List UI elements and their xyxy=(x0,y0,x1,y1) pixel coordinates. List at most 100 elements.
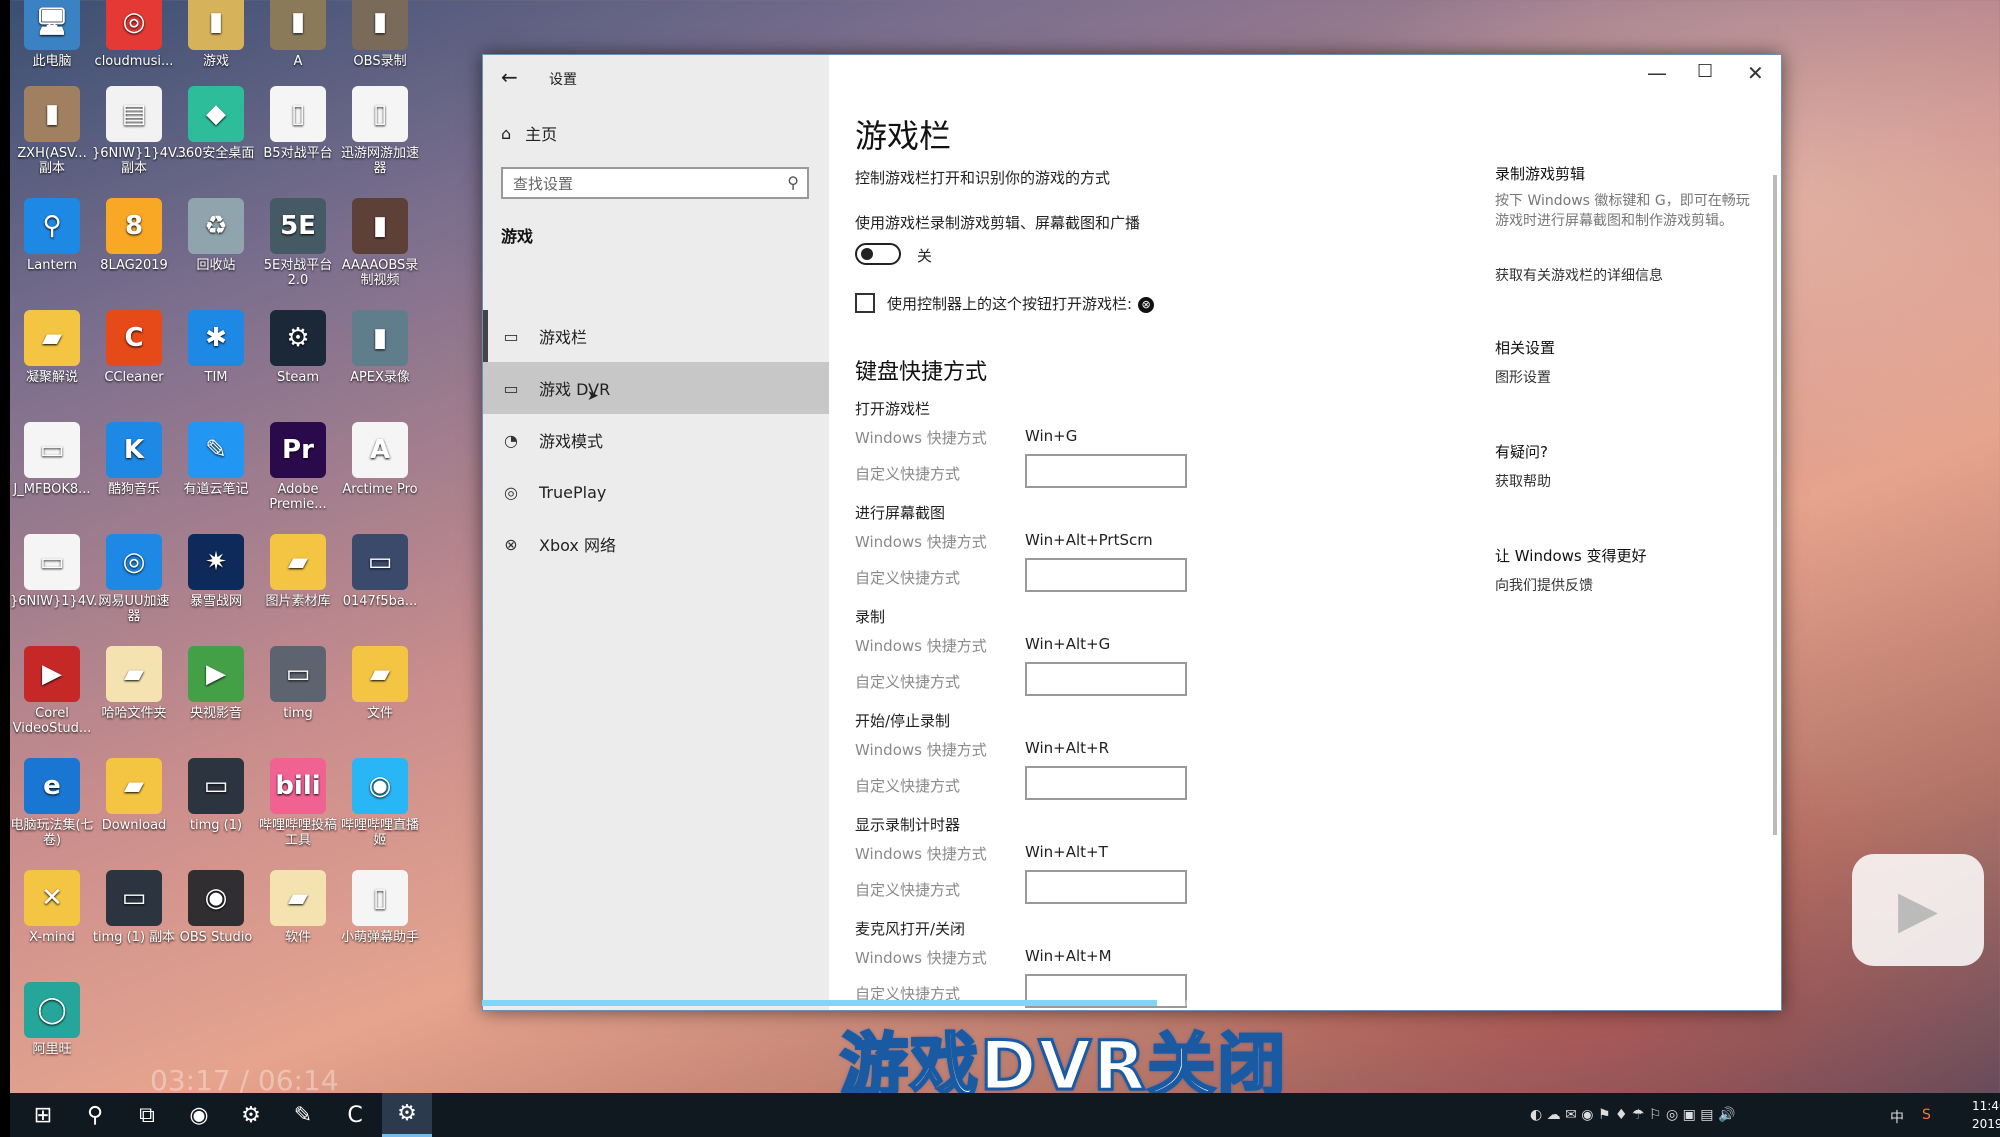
controller-option-text: 使用控制器上的这个按钮打开游戏栏: xyxy=(887,295,1133,313)
custom-shortcut-input[interactable] xyxy=(1025,766,1187,800)
desktop-icon[interactable]: ⚙ Steam xyxy=(256,310,340,385)
desktop-icon[interactable]: ◉ OBS Studio xyxy=(174,870,258,945)
get-help-link[interactable]: 获取帮助 xyxy=(1495,471,1551,491)
custom-shortcut-input[interactable] xyxy=(1025,558,1187,592)
desktop-icon[interactable]: ▮ AAAAOBS录制视频 xyxy=(338,198,422,288)
desktop-icon[interactable]: ▭ timg xyxy=(256,646,340,721)
desktop-icon[interactable]: ▭ timg (1) xyxy=(174,758,258,833)
desktop-icon[interactable]: ◎ cloudmusi... xyxy=(92,0,176,69)
desktop-icon[interactable]: ⚲ Lantern xyxy=(10,198,94,273)
taskbar-notes-icon[interactable]: ✎ xyxy=(278,1093,328,1137)
taskbar-start-icon[interactable]: ⊞ xyxy=(18,1093,68,1137)
nav-item-trueplay[interactable]: ◎ TruePlay xyxy=(483,466,829,518)
desktop-icon[interactable]: ◎ 网易UU加速器 xyxy=(92,534,176,624)
taskbar-search-icon[interactable]: ⚲ xyxy=(70,1093,120,1137)
desktop-icon[interactable]: ▶ Corel VideoStud... xyxy=(10,646,94,736)
desktop-icon[interactable]: bili 哔哩哔哩投稿工具 xyxy=(256,758,340,848)
app-icon: ✕ xyxy=(24,870,80,926)
desktop-icon[interactable]: ♻ 回收站 xyxy=(174,198,258,273)
desktop-icon[interactable]: ▭ 0147f5ba... xyxy=(338,534,422,609)
desktop-icon[interactable]: ▭ timg (1) 副本 xyxy=(92,870,176,945)
tray-icons[interactable]: ◐ ☁ ✉ ◉ ⚑ ♦ ☂ ⚐ ◎ ▣ ▤ 🔊 xyxy=(1530,1107,1735,1123)
search-input[interactable]: 查找设置 ⚲ xyxy=(501,167,809,199)
desktop-icon[interactable]: ▶ 央视影音 xyxy=(174,646,258,721)
desktop-icon[interactable]: ▰ 软件 xyxy=(256,870,340,945)
desktop-icon[interactable]: ▭}6NIW}1}4V... xyxy=(10,534,106,609)
desktop-icon-label: 软件 xyxy=(284,930,311,945)
desktop-icon[interactable]: 8 8LAG2019 xyxy=(92,198,176,273)
sogou-icon[interactable]: S xyxy=(1922,1107,1931,1123)
game-dvr-icon: ▭ xyxy=(503,378,519,398)
record-toggle[interactable] xyxy=(855,243,901,265)
desktop-icon[interactable]: ▮ ZXH(ASV... 副本 xyxy=(10,86,94,176)
desktop-icon[interactable]: e 电脑玩法集(七卷) xyxy=(10,758,94,848)
video-progress-fill xyxy=(482,1000,1157,1006)
clock[interactable]: 11:40 2019/0 xyxy=(1972,1097,2000,1133)
desktop-icon-label: 有道云笔记 xyxy=(183,482,249,497)
desktop-icon[interactable]: ✎ 有道云笔记 xyxy=(174,422,258,497)
desktop-icon[interactable]: ▰ 哈哈文件夹 xyxy=(92,646,176,721)
scrollbar[interactable] xyxy=(1773,175,1777,835)
home-link[interactable]: ⌂ 主页 xyxy=(501,121,557,145)
desktop-icon[interactable]: K 酷狗音乐 xyxy=(92,422,176,497)
desktop-icon-label: OBS录制 xyxy=(353,54,407,69)
app-icon: ◉ xyxy=(352,758,408,814)
custom-shortcut-input[interactable] xyxy=(1025,662,1187,696)
desktop-icon[interactable]: ▮ A xyxy=(256,0,340,69)
desktop-icon[interactable]: ▭ J_MFBOK8... xyxy=(10,422,94,497)
nav-label: 游戏 DVR xyxy=(539,380,611,399)
app-icon: ▶ xyxy=(24,646,80,702)
desktop-icon[interactable]: ◉ 哔哩哔哩直播姬 xyxy=(338,758,422,848)
desktop-icon[interactable]: C CCleaner xyxy=(92,310,176,385)
toggle-knob xyxy=(861,248,873,260)
app-icon: ▯ xyxy=(352,86,408,142)
desktop-icon[interactable]: A Arctime Pro xyxy=(338,422,422,497)
desktop-icon[interactable]: 🖥 此电脑 xyxy=(10,0,94,69)
desktop-icon[interactable]: ▰ 图片素材库 xyxy=(256,534,340,609)
nav-item-game-dvr[interactable]: ▭ 游戏 DVR ➤ xyxy=(483,362,829,414)
custom-shortcut-input[interactable] xyxy=(1025,870,1187,904)
taskbar-ccleaner-icon[interactable]: C xyxy=(330,1093,380,1137)
taskbar-chrome-icon[interactable]: ◉ xyxy=(174,1093,224,1137)
feedback-link[interactable]: 向我们提供反馈 xyxy=(1495,575,1593,595)
desktop-icon[interactable]: Pr Adobe Premie... xyxy=(256,422,340,512)
nav-item-game-bar[interactable]: ▭ 游戏栏 xyxy=(483,310,829,362)
video-progress-bar[interactable] xyxy=(482,1000,1780,1006)
controller-checkbox[interactable] xyxy=(855,293,875,313)
desktop-icon[interactable]: ▰ 凝聚解说 xyxy=(10,310,94,385)
graphics-settings-link[interactable]: 图形设置 xyxy=(1495,367,1551,387)
game-bar-info-link[interactable]: 获取有关游戏栏的详细信息 xyxy=(1495,265,1663,285)
desktop-icon[interactable]: ▯ 小萌弹幕助手 xyxy=(338,870,422,945)
desktop-icon[interactable]: ◆ 360安全桌面 xyxy=(174,86,258,161)
desktop-icon[interactable]: ▮ APEX录像 xyxy=(338,310,422,385)
taskbar-steam-icon[interactable]: ⚙ xyxy=(226,1093,276,1137)
controller-option-label: 使用控制器上的这个按钮打开游戏栏: ⊗ xyxy=(887,293,1155,314)
taskbar-settings-icon[interactable]: ⚙ xyxy=(382,1093,432,1137)
back-icon[interactable]: ← xyxy=(501,65,518,89)
ime-indicator[interactable]: 中 xyxy=(1890,1107,1904,1127)
desktop-icon[interactable]: ▮ OBS录制 xyxy=(338,0,422,69)
desktop-icon-label: 360安全桌面 xyxy=(177,146,255,161)
desktop-icon[interactable]: ✱ TIM xyxy=(174,310,258,385)
desktop-icon[interactable]: ◯ 阿里旺 xyxy=(10,982,94,1057)
home-label: 主页 xyxy=(525,125,558,144)
desktop-icon-label: 文件 xyxy=(366,706,393,721)
nav-item-xbox-network[interactable]: ⊗ Xbox 网络 xyxy=(483,518,829,570)
nav-item-game-mode[interactable]: ◔ 游戏模式 xyxy=(483,414,829,466)
windows-shortcut-label: Windows 快捷方式 xyxy=(855,533,987,551)
app-icon: ♻ xyxy=(188,198,244,254)
desktop-icon[interactable]: ▯ 迅游网游加速器 xyxy=(338,86,422,176)
game-mode-icon: ◔ xyxy=(504,430,518,450)
desktop-icon[interactable]: ▤}6NIW}1}4V... 副本 xyxy=(92,86,188,176)
desktop-icon-label: Steam xyxy=(277,370,319,385)
desktop-icon[interactable]: ▰ Download xyxy=(92,758,176,833)
taskbar-task-view-icon[interactable]: ⧉ xyxy=(122,1093,172,1137)
desktop-icon[interactable]: ▰ 文件 xyxy=(338,646,422,721)
desktop-icon[interactable]: ▯ B5对战平台 xyxy=(256,86,340,161)
desktop-icon[interactable]: ▮ 游戏 xyxy=(174,0,258,69)
desktop-icon[interactable]: 5E 5E对战平台 2.0 xyxy=(256,198,340,288)
desktop-icon[interactable]: ✕ X-mind xyxy=(10,870,94,945)
desktop-icon[interactable]: ✷ 暴雪战网 xyxy=(174,534,258,609)
custom-shortcut-input[interactable] xyxy=(1025,454,1187,488)
desktop-icon-label: 迅游网游加速器 xyxy=(340,146,419,176)
